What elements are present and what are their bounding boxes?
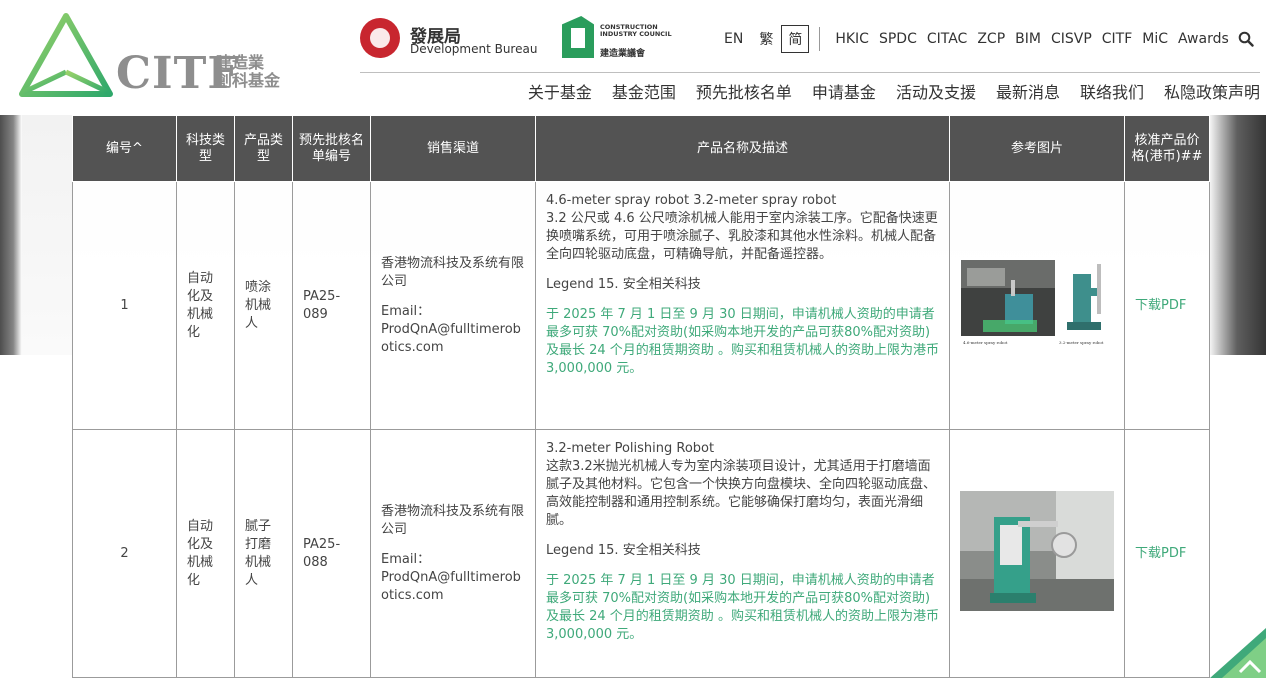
- cell-channel: 香港物流科技及系统有限公司 Email： ProdQnA@fulltimerob…: [370, 181, 536, 430]
- image-caption-right: 3.2-meter spray robot: [1059, 340, 1104, 345]
- cell-reference-image: [949, 429, 1125, 678]
- lang-traditional[interactable]: 繁: [751, 29, 781, 49]
- logo-cn-line2: 創科基金: [216, 71, 281, 90]
- cell-reference-image: 4.6-meter spray robot 3.2-meter spray ro…: [949, 181, 1125, 430]
- polishing-robot-image[interactable]: [960, 490, 1114, 617]
- main-nav: 关于基金 基金范围 预先批核名单 申请基金 活动及支援 最新消息 联络我们 私隐…: [528, 79, 1260, 103]
- background-decoration-left: [0, 115, 22, 355]
- col-header-channel: 销售渠道: [370, 115, 536, 182]
- nav-events-support[interactable]: 活动及支援: [896, 79, 976, 103]
- product-legend: Legend 15. 安全相关科技: [546, 277, 701, 292]
- channel-email[interactable]: ProdQnA@fulltimerobotics.com: [381, 569, 525, 605]
- subsidy-note: 于 2025 年 7 月 1 日至 9 月 30 日期间，申请机械人资助的申请者…: [546, 307, 939, 376]
- image-caption-left: 4.6-meter spray robot: [963, 340, 1008, 345]
- nav-about-fund[interactable]: 关于基金: [528, 79, 592, 103]
- search-icon[interactable]: [1238, 31, 1254, 47]
- cell-list-no: PA25-089: [292, 181, 371, 430]
- citf-triangle-icon: [19, 13, 113, 97]
- cell-tech-type: 自动化及机械化: [176, 429, 235, 678]
- back-to-top-icon: [1210, 628, 1266, 678]
- back-to-top-button[interactable]: [1210, 628, 1266, 678]
- link-zcp[interactable]: ZCP: [977, 31, 1005, 47]
- nav-divider: [819, 27, 821, 51]
- site-links: HKIC SPDC CITAC ZCP BIM CISVP CITF MiC A…: [830, 31, 1254, 47]
- nav-latest-news[interactable]: 最新消息: [996, 79, 1060, 103]
- col-header-product-type: 产品类型: [234, 115, 293, 182]
- table-row: 1 自动化及机械化 喷涂机械人 PA25-089 香港物流科技及系统有限公司 E…: [72, 181, 1210, 430]
- cic-english-name: CONSTRUCTION INDUSTRY COUNCIL: [600, 24, 680, 38]
- background-decoration-right: [1208, 115, 1266, 355]
- devb-english-name: Development Bureau: [410, 42, 538, 56]
- link-spdc[interactable]: SPDC: [879, 31, 917, 47]
- development-bureau-logo[interactable]: 發展局 Development Bureau: [360, 18, 540, 62]
- cic-chinese-name: 建造業議會: [600, 49, 646, 59]
- nav-privacy-policy[interactable]: 私隐政策声明: [1164, 79, 1260, 103]
- logo-chinese-name: 建造業 創科基金: [216, 54, 286, 90]
- bauhinia-emblem-icon: [360, 18, 400, 58]
- lang-en[interactable]: EN: [716, 31, 751, 47]
- channel-company: 香港物流科技及系统有限公司: [381, 503, 525, 537]
- logo-cn-line1: 建造業: [216, 53, 265, 72]
- channel-company: 香港物流科技及系统有限公司: [381, 255, 525, 289]
- link-bim[interactable]: BIM: [1015, 31, 1041, 47]
- product-description: 这款3.2米抛光机械人专为室内涂装项目设计，尤其适用于打磨墙面腻子及其他材料。它…: [546, 459, 937, 528]
- col-header-tech-type: 科技类型: [176, 115, 235, 182]
- cell-price: 下载PDF: [1124, 181, 1210, 430]
- col-header-id[interactable]: 编号^: [72, 115, 177, 182]
- cell-description: 3.2-meter Polishing Robot 这款3.2米抛光机械人专为室…: [535, 429, 950, 678]
- cell-price: 下载PDF: [1124, 429, 1210, 678]
- cic-en-line2: INDUSTRY COUNCIL: [600, 30, 672, 38]
- nav-apply-fund[interactable]: 申请基金: [812, 79, 876, 103]
- nav-fund-scope[interactable]: 基金范围: [612, 79, 676, 103]
- product-name: 4.6-meter spray robot 3.2-meter spray ro…: [546, 193, 837, 208]
- download-pdf-link[interactable]: 下载PDF: [1135, 298, 1186, 313]
- channel-email[interactable]: ProdQnA@fulltimerobotics.com: [381, 321, 525, 357]
- pre-approved-list-table: 编号^ 科技类型 产品类型 预先批核名单编号 销售渠道 产品名称及描述 参考图片…: [72, 115, 1210, 678]
- cell-id: 1: [72, 181, 177, 430]
- channel-email-label: Email：: [381, 551, 431, 567]
- header-divider: [360, 72, 1260, 73]
- col-header-list-no: 预先批核名单编号: [292, 115, 371, 182]
- cell-list-no: PA25-088: [292, 429, 371, 678]
- link-cisvp[interactable]: CISVP: [1051, 31, 1092, 47]
- product-name: 3.2-meter Polishing Robot: [546, 441, 715, 456]
- col-header-desc: 产品名称及描述: [535, 115, 950, 182]
- top-utility-nav: EN 繁 简 HKIC SPDC CITAC ZCP BIM CISVP CIT…: [716, 24, 1254, 54]
- product-description: 3.2 公尺或 4.6 公尺喷涂机械人能用于室内涂装工序。它配备快速更换喷嘴系统…: [546, 211, 938, 262]
- link-mic[interactable]: MiC: [1142, 31, 1168, 47]
- table-row: 2 自动化及机械化 腻子打磨机械人 PA25-088 香港物流科技及系统有限公司…: [72, 429, 1210, 678]
- nav-contact-us[interactable]: 联络我们: [1080, 79, 1144, 103]
- nav-pre-approved-list[interactable]: 预先批核名单: [696, 79, 792, 103]
- link-awards[interactable]: Awards: [1178, 31, 1229, 47]
- cell-description: 4.6-meter spray robot 3.2-meter spray ro…: [535, 181, 950, 430]
- col-header-price: 核准产品价格(港币)##: [1124, 115, 1210, 182]
- spray-robot-image[interactable]: 4.6-meter spray robot 3.2-meter spray ro…: [961, 259, 1113, 352]
- col-header-image: 参考图片: [949, 115, 1125, 182]
- link-citf[interactable]: CITF: [1102, 31, 1133, 47]
- subsidy-note: 于 2025 年 7 月 1 日至 9 月 30 日期间，申请机械人资助的申请者…: [546, 573, 939, 642]
- cell-id: 2: [72, 429, 177, 678]
- cell-channel: 香港物流科技及系统有限公司 Email： ProdQnA@fulltimerob…: [370, 429, 536, 678]
- cell-product-type: 喷涂机械人: [234, 181, 293, 430]
- table-header-row: 编号^ 科技类型 产品类型 预先批核名单编号 销售渠道 产品名称及描述 参考图片…: [72, 115, 1210, 182]
- site-header: CITF 建造業 創科基金 發展局 Development Bureau CON…: [0, 0, 1266, 115]
- citf-logo[interactable]: CITF 建造業 創科基金: [18, 12, 298, 100]
- lang-simplified[interactable]: 简: [781, 25, 810, 53]
- channel-email-label: Email：: [381, 303, 431, 319]
- link-hkic[interactable]: HKIC: [835, 31, 869, 47]
- cic-logo[interactable]: CONSTRUCTION INDUSTRY COUNCIL 建造業議會: [562, 16, 682, 60]
- link-citac[interactable]: CITAC: [927, 31, 967, 47]
- download-pdf-link[interactable]: 下载PDF: [1135, 546, 1186, 561]
- cell-product-type: 腻子打磨机械人: [234, 429, 293, 678]
- cell-tech-type: 自动化及机械化: [176, 181, 235, 430]
- cic-mark-icon: [562, 16, 594, 58]
- product-legend: Legend 15. 安全相关科技: [546, 543, 701, 558]
